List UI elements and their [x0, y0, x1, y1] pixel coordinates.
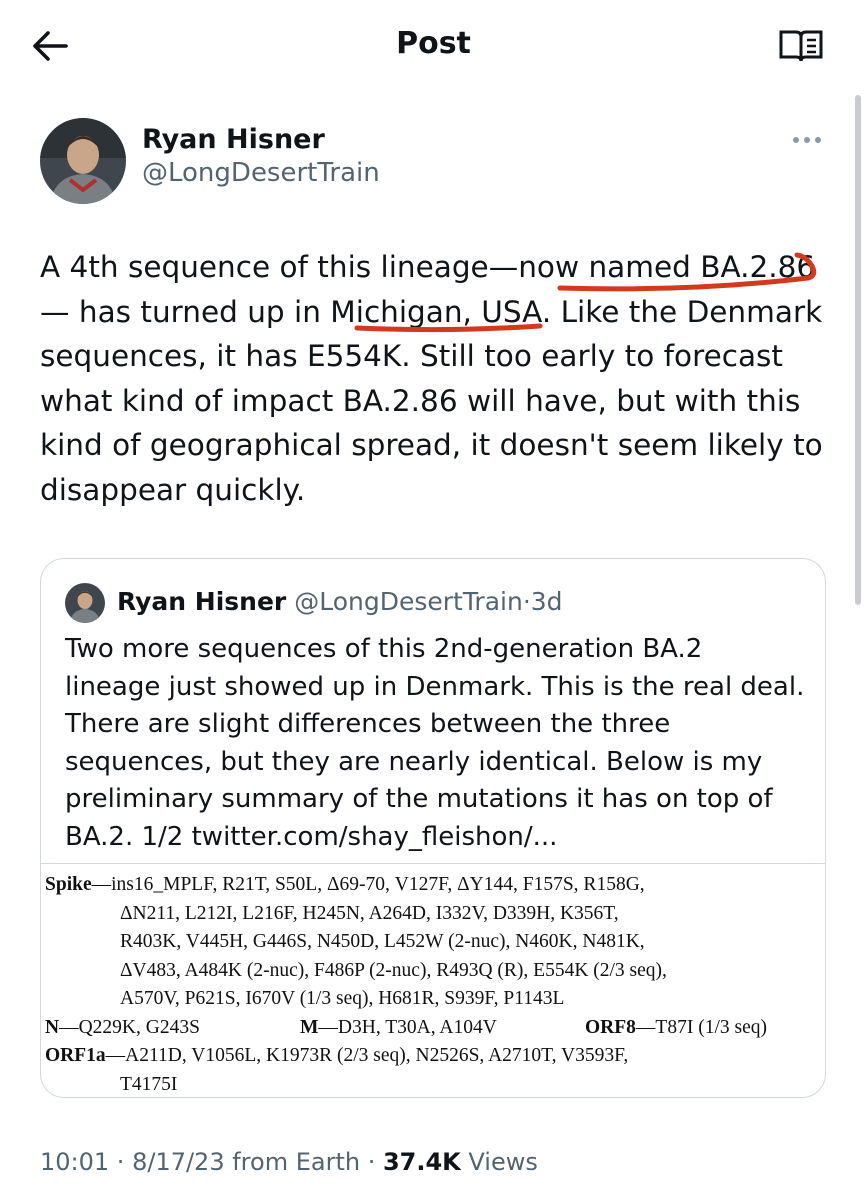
mutation-row: A570V, P621S, I670V (1/3 seq), H681R, S9… [120, 988, 565, 1009]
more-options-button[interactable] [790, 132, 824, 148]
post-date[interactable]: 8/17/23 [132, 1148, 225, 1176]
mutation-row: Spike—ins16_MPLF, R21T, S50L, Δ69-70, V1… [45, 874, 645, 895]
quoted-line: lineage just showed up in Denmark. This … [65, 671, 805, 702]
mutation-row: ΔV483, A484K (2-nuc), F486P (2-nuc), R49… [120, 959, 667, 981]
views-count[interactable]: 37.4K [383, 1148, 461, 1176]
n-label: N [45, 1016, 60, 1038]
quoted-line: Two more sequences of this 2nd-generatio… [65, 634, 703, 664]
post-line: disappear quickly. [40, 472, 306, 507]
quoted-post[interactable]: Ryan Hisner @LongDesertTrain·3d Two more… [40, 558, 826, 1098]
mutation-row: T4175I [120, 1073, 178, 1095]
post-line: what kind of impact BA.2.86 will have, b… [40, 383, 801, 418]
page-title: Post [396, 26, 471, 61]
reader-mode-button[interactable] [776, 26, 826, 66]
post-line: sequences, it has E554K. Still too early… [40, 339, 783, 373]
orf8-label: ORF8 [585, 1016, 636, 1038]
scrollbar[interactable] [855, 95, 861, 605]
quoted-line-with-link[interactable]: BA.2. 1/2 twitter.com/shay_fleishon/... [65, 819, 805, 857]
quoted-line: sequences, but they are nearly identical… [65, 746, 763, 777]
post-line: A 4th sequence of this lineage—now named… [40, 250, 816, 284]
avatar[interactable] [65, 583, 105, 623]
post-time[interactable]: 10:01 [40, 1148, 109, 1176]
quoted-line: There are slight differences between the… [65, 709, 671, 739]
avatar[interactable] [40, 118, 126, 204]
quoted-author-handle[interactable]: @LongDesertTrain [294, 587, 523, 616]
post-source: from Earth [224, 1148, 361, 1176]
spike-label: Spike [45, 874, 92, 895]
post-metadata: 10:01 · 8/17/23 from Earth · 37.4K Views [40, 1148, 538, 1176]
author-name[interactable]: Ryan Hisner [142, 124, 325, 155]
reader-mode-icon [779, 30, 823, 62]
more-horizontal-icon [793, 137, 821, 143]
divider [41, 863, 825, 864]
m-label: M [300, 1016, 319, 1038]
mutations-image[interactable]: Spike—ins16_MPLF, R21T, S50L, Δ69-70, V1… [45, 871, 815, 1097]
post-line: kind of geographical spread, it doesn't … [40, 428, 823, 462]
mutation-row: R403K, V445H, G446S, N450D, L452W (2-nuc… [120, 931, 645, 952]
mutation-row: N—Q229K, G243S M—D3H, T30A, A104V ORF8—T… [45, 1016, 767, 1038]
post-line: — has turned up in Michigan, USA. Like t… [40, 294, 823, 329]
quoted-post-text: Two more sequences of this 2nd-generatio… [65, 631, 805, 856]
quoted-post-header: Ryan Hisner @LongDesertTrain·3d [117, 587, 563, 616]
quoted-post-time[interactable]: 3d [531, 587, 563, 616]
separator: · [522, 587, 531, 616]
orf1a-label: ORF1a [45, 1045, 106, 1066]
quoted-line: preliminary summary of the mutations it … [65, 784, 773, 814]
mutation-row: ORF1a—A211D, V1056L, K1973R (2/3 seq), N… [45, 1045, 629, 1066]
mutation-row: ΔN211, L212I, L216F, H245N, A264D, I332V… [120, 902, 619, 924]
author-handle[interactable]: @LongDesertTrain [142, 158, 380, 188]
views-label: Views [460, 1148, 538, 1176]
post-text: A 4th sequence of this lineage—now named… [40, 245, 830, 512]
quoted-author-name[interactable]: Ryan Hisner [117, 587, 286, 616]
